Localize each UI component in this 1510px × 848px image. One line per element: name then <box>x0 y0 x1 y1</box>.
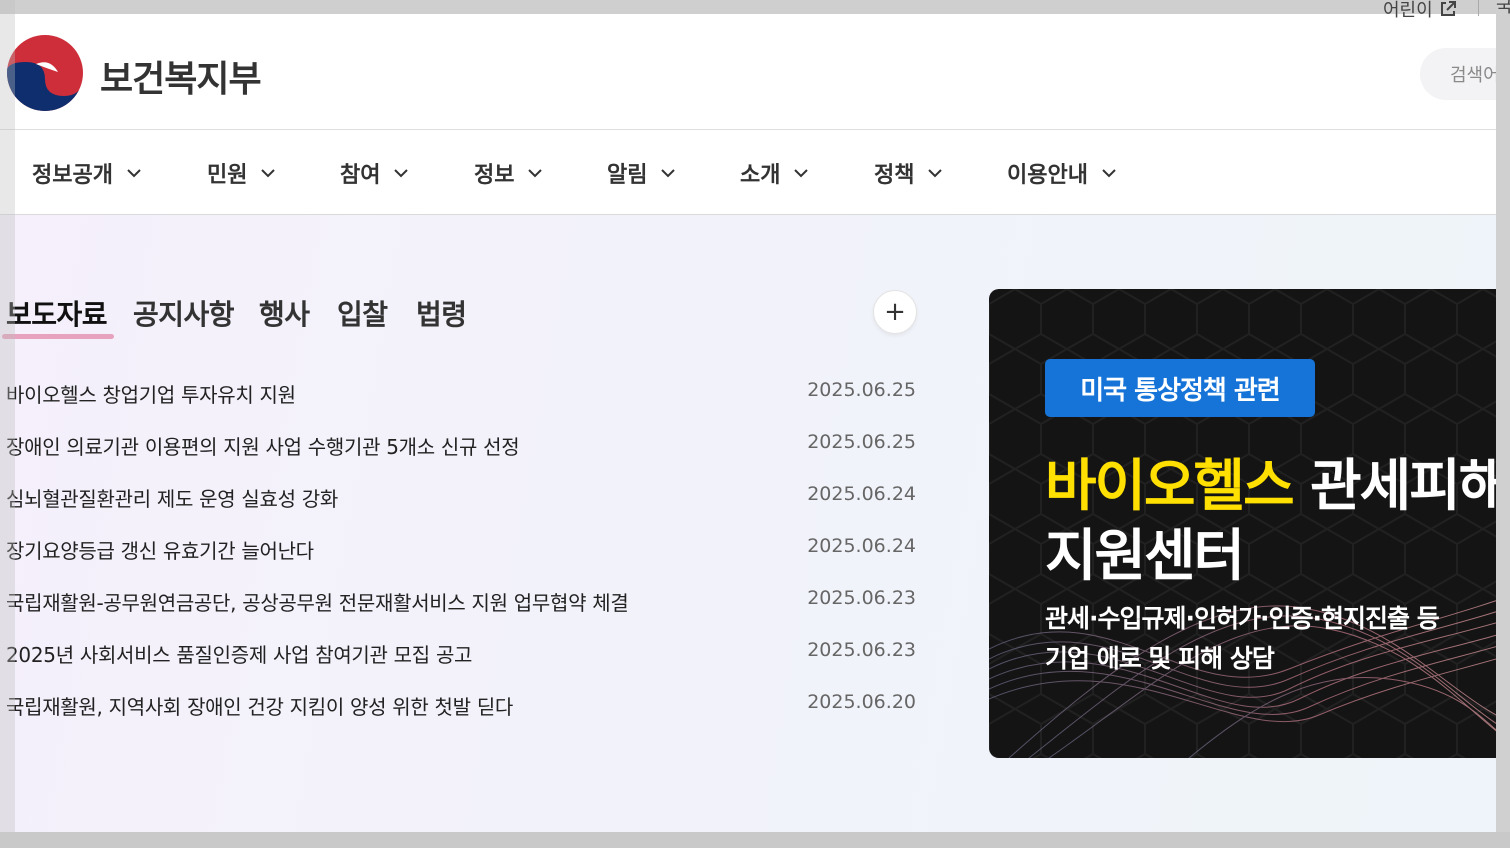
news-title[interactable]: 바이오헬스 창업기업 투자유치 지원 <box>6 379 296 408</box>
tab-laws[interactable]: 법령 <box>416 293 467 333</box>
news-title[interactable]: 국립재활원-공무원연금공단, 공상공무원 전문재활서비스 지원 업무협약 체결 <box>6 587 629 616</box>
news-title[interactable]: 심뇌혈관질환관리 제도 운영 실효성 강화 <box>6 483 338 512</box>
banner-headline: 바이오헬스 관세피해 <box>1045 441 1496 522</box>
nav-item-policy[interactable]: 정책 <box>874 157 944 189</box>
tab-announcements[interactable]: 공지사항 <box>133 293 235 333</box>
window-edge-bottom <box>0 832 1510 848</box>
nav-item-about[interactable]: 소개 <box>740 157 810 189</box>
list-item[interactable]: 바이오헬스 창업기업 투자유치 지원 2025.06.25 <box>6 375 916 427</box>
active-tab-underline <box>2 334 114 339</box>
global-nav: 정보공개 민원 참여 정보 알림 소개 정책 이용안내 <box>0 130 1496 215</box>
government-logo-icon[interactable] <box>6 34 84 112</box>
header: 보건복지부 <box>0 14 1496 130</box>
banner-description: 관세·수입규제·인허가·인증·현지진출 등 기업 애로 및 피해 상담 <box>1045 604 1440 673</box>
chevron-down-icon <box>794 169 809 178</box>
utility-link-truncated[interactable]: 국 <box>1496 0 1510 18</box>
tab-press-release[interactable]: 보도자료 <box>2 293 114 339</box>
list-item[interactable]: 장기요양등급 갱신 유효기간 늘어난다 2025.06.24 <box>6 531 916 583</box>
news-date: 2025.06.24 <box>807 483 916 505</box>
chevron-down-icon <box>394 169 409 178</box>
nav-item-participation[interactable]: 참여 <box>340 157 410 189</box>
chevron-down-icon <box>1102 169 1116 178</box>
more-button[interactable]: + <box>873 290 917 334</box>
news-title[interactable]: 국립재활원, 지역사회 장애인 건강 지킴이 양성 위한 첫발 딛다 <box>6 691 513 720</box>
banner-highlight: 바이오헬스 <box>1045 454 1295 519</box>
external-link-icon <box>1440 1 1456 16</box>
list-item[interactable]: 국립재활원, 지역사회 장애인 건강 지킴이 양성 위한 첫발 딛다 2025.0… <box>6 687 916 739</box>
banner-tag: 미국 통상정책 관련 <box>1045 359 1315 417</box>
news-date: 2025.06.20 <box>807 691 916 713</box>
tab-bids[interactable]: 입찰 <box>337 293 388 333</box>
news-date: 2025.06.24 <box>807 535 916 557</box>
news-title[interactable]: 2025년 사회서비스 품질인증제 사업 참여기관 모집 공고 <box>6 639 472 668</box>
window-edge-right <box>1496 0 1510 848</box>
list-item[interactable]: 심뇌혈관질환관리 제도 운영 실효성 강화 2025.06.24 <box>6 479 916 531</box>
banner-subheadline: 지원센터 <box>1045 524 1245 589</box>
news-title[interactable]: 장애인 의료기관 이용편의 지원 사업 수행기관 5개소 신규 선정 <box>6 431 520 460</box>
search-box[interactable] <box>1420 48 1496 100</box>
news-date: 2025.06.23 <box>807 639 916 661</box>
kids-link[interactable]: 어린이 <box>1383 0 1457 22</box>
promo-banner[interactable]: 미국 통상정책 관련 바이오헬스 관세피해 지원센터 관세·수입규제·인허가·인… <box>989 289 1496 758</box>
nav-item-guide[interactable]: 이용안내 <box>1007 157 1118 189</box>
news-title[interactable]: 장기요양등급 갱신 유효기간 늘어난다 <box>6 535 314 564</box>
chevron-down-icon <box>661 169 676 178</box>
main-content: 보도자료 공지사항 행사 입찰 법령 + 바이오헬스 창업기업 투자유치 지원 2… <box>0 215 1496 832</box>
chevron-down-icon <box>127 169 141 178</box>
logo-text[interactable]: 보건복지부 <box>100 50 262 102</box>
nav-item-information[interactable]: 정보 <box>474 157 544 189</box>
nav-item-notice[interactable]: 알림 <box>607 157 677 189</box>
banner-headline-rest: 관세피해 <box>1310 454 1496 519</box>
page: 보건복지부 정보공개 민원 참여 정보 알림 소개 정책 이용안내 보도자료 공… <box>0 14 1496 832</box>
news-date: 2025.06.25 <box>807 431 916 453</box>
nav-item-civil-petition[interactable]: 민원 <box>207 157 277 189</box>
search-input[interactable] <box>1448 64 1496 87</box>
chevron-down-icon <box>528 169 543 178</box>
chevron-down-icon <box>928 169 943 178</box>
news-date: 2025.06.23 <box>807 587 916 609</box>
tab-events[interactable]: 행사 <box>259 293 310 333</box>
nav-item-info-disclosure[interactable]: 정보공개 <box>32 157 143 189</box>
utility-divider <box>1478 0 1479 16</box>
list-item[interactable]: 장애인 의료기관 이용편의 지원 사업 수행기관 5개소 신규 선정 2025.0… <box>6 427 916 479</box>
list-item[interactable]: 2025년 사회서비스 품질인증제 사업 참여기관 모집 공고 2025.06.2… <box>6 635 916 687</box>
chevron-down-icon <box>261 169 276 178</box>
list-item[interactable]: 국립재활원-공무원연금공단, 공상공무원 전문재활서비스 지원 업무협약 체결 2… <box>6 583 916 635</box>
news-date: 2025.06.25 <box>807 379 916 401</box>
news-list: 바이오헬스 창업기업 투자유치 지원 2025.06.25 장애인 의료기관 이용… <box>6 375 916 739</box>
